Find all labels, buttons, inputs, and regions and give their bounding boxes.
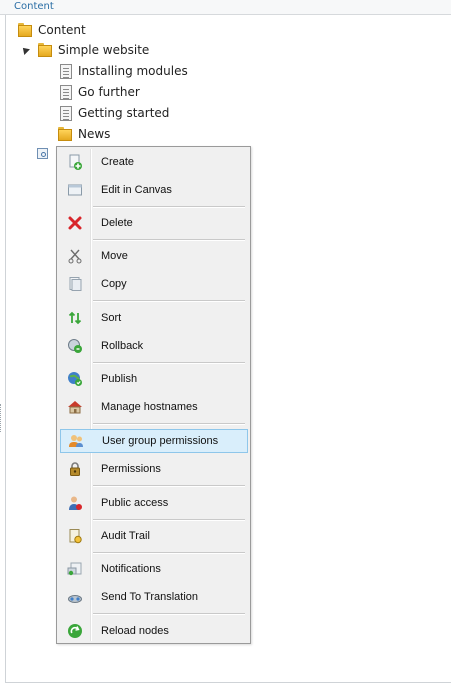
menu-item-copy[interactable]: Copy <box>60 272 248 296</box>
menu-separator <box>93 613 245 615</box>
menu-item-send-to-translation[interactable]: Send To Translation <box>60 585 248 609</box>
menu-item-sort[interactable]: Sort <box>60 306 248 330</box>
folder-icon <box>17 22 33 38</box>
canvas-icon <box>67 182 83 198</box>
menu-item-manage-hostnames[interactable]: Manage hostnames <box>60 395 248 419</box>
menu-item-label: Public access <box>101 497 169 509</box>
menu-item-rollback[interactable]: Rollback <box>60 334 248 358</box>
tree-node-simple-website[interactable]: Simple website <box>20 40 150 60</box>
user-group-icon <box>68 433 84 449</box>
menu-item-label: Create <box>101 156 135 168</box>
menu-separator <box>93 519 245 521</box>
menu-item-label: Edit in Canvas <box>101 184 172 196</box>
publish-icon <box>67 371 83 387</box>
menu-item-label: Permissions <box>101 463 161 475</box>
menu-item-delete[interactable]: Delete <box>60 211 248 235</box>
create-icon <box>67 154 83 170</box>
tree-node-label: News <box>78 127 111 141</box>
section-header: Content <box>0 0 451 15</box>
menu-item-audit-trail[interactable]: Audit Trail <box>60 524 248 548</box>
rollback-icon <box>67 338 83 354</box>
tree-node-label: Getting started <box>78 106 170 120</box>
menu-item-move[interactable]: Move <box>60 244 248 268</box>
menu-item-label: Copy <box>101 278 127 290</box>
menu-separator <box>93 239 245 241</box>
menu-item-label: Delete <box>101 217 133 229</box>
menu-separator <box>93 206 245 208</box>
hostnames-icon <box>67 399 83 415</box>
menu-item-label: Manage hostnames <box>101 401 198 413</box>
content-panel: Content Content Simple website Installin… <box>0 0 451 684</box>
panel-border-left <box>5 15 6 682</box>
notification-icon <box>67 561 83 577</box>
tree-node-news[interactable]: News <box>57 124 110 144</box>
menu-item-label: Audit Trail <box>101 530 150 542</box>
menu-item-notifications[interactable]: Notifications <box>60 557 248 581</box>
sort-icon <box>67 310 83 326</box>
reload-icon <box>67 623 83 639</box>
folder-icon <box>37 42 53 58</box>
menu-item-edit-in-canvas[interactable]: Edit in Canvas <box>60 178 248 202</box>
folder-icon <box>57 126 73 142</box>
document-icon <box>60 105 72 121</box>
lock-icon <box>67 461 83 477</box>
recycle-bin-icon[interactable] <box>37 148 48 159</box>
menu-item-label: Reload nodes <box>101 625 169 637</box>
menu-item-permissions[interactable]: Permissions <box>60 457 248 481</box>
move-icon <box>67 248 83 264</box>
menu-item-label: User group permissions <box>102 435 219 447</box>
menu-separator <box>93 552 245 554</box>
tree-node-label: Content <box>38 23 86 37</box>
tree-node-getting-started[interactable]: Getting started <box>60 103 169 123</box>
menu-item-label: Notifications <box>101 563 161 575</box>
menu-item-label: Rollback <box>101 340 144 352</box>
section-title: Content <box>14 1 54 12</box>
menu-item-label: Publish <box>101 373 138 385</box>
menu-item-create[interactable]: Create <box>60 150 248 174</box>
expand-arrow-icon[interactable] <box>20 45 30 55</box>
delete-icon <box>67 215 83 231</box>
copy-icon <box>67 276 83 292</box>
tree-node-installing-modules[interactable]: Installing modules <box>60 61 188 81</box>
context-menu: Create Edit in Canvas Delete Move Copy S… <box>56 146 251 644</box>
menu-item-label: Send To Translation <box>101 591 199 603</box>
audit-icon <box>67 528 83 544</box>
tree-node-go-further[interactable]: Go further <box>60 82 140 102</box>
public-access-icon <box>67 495 83 511</box>
menu-item-publish[interactable]: Publish <box>60 367 248 391</box>
menu-item-label: Sort <box>101 312 122 324</box>
translation-icon <box>67 589 83 605</box>
document-icon <box>60 63 72 79</box>
menu-separator <box>93 485 245 487</box>
menu-item-public-access[interactable]: Public access <box>60 491 248 515</box>
menu-item-label: Move <box>101 250 128 262</box>
menu-separator <box>93 300 245 302</box>
menu-item-user-group-permissions[interactable]: User group permissions <box>60 429 248 453</box>
tree-node-label: Installing modules <box>78 64 188 78</box>
menu-item-reload-nodes[interactable]: Reload nodes <box>60 619 248 643</box>
menu-separator <box>93 423 245 425</box>
document-icon <box>60 84 72 100</box>
resize-handle[interactable] <box>0 404 3 432</box>
menu-separator <box>93 362 245 364</box>
tree-node-label: Go further <box>78 85 140 99</box>
tree-node-content[interactable]: Content <box>17 20 86 40</box>
panel-border-bottom <box>5 682 451 683</box>
tree-node-label: Simple website <box>58 43 150 57</box>
